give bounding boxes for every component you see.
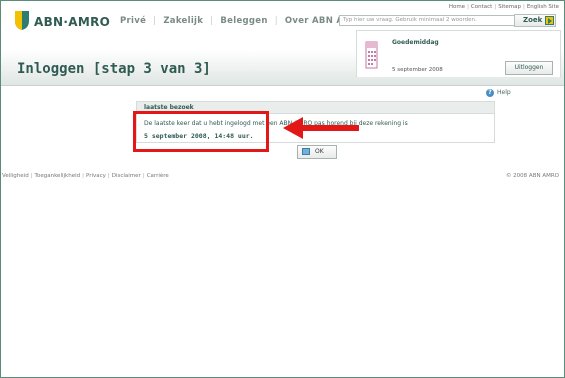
shield-logo-icon — [15, 11, 29, 30]
footer-link-privacy[interactable]: Privacy — [86, 173, 106, 179]
footer-link-carriere[interactable]: Carrière — [147, 173, 169, 179]
checkmark-icon — [302, 148, 310, 155]
calendar-icon — [365, 41, 378, 69]
help-link[interactable]: ? Help — [486, 89, 511, 97]
nav-beleggen[interactable]: Beleggen — [220, 16, 267, 26]
red-arrow-icon — [283, 117, 359, 139]
search-button-label: Zoek — [523, 16, 543, 24]
current-date: 5 september 2008 — [392, 67, 443, 73]
copyright: © 2008 ABN AMRO — [505, 173, 559, 179]
brand-name: ABN·AMRO — [34, 15, 111, 29]
link-english-site[interactable]: English Site — [527, 4, 559, 10]
logout-button[interactable]: Uitloggen — [505, 61, 553, 75]
search-button[interactable]: Zoek — [514, 14, 556, 27]
search-input[interactable]: Typ hier uw vraag. Gebruik minimaal 2 wo… — [339, 15, 517, 26]
footer-link-disclaimer[interactable]: Disclaimer — [112, 173, 141, 179]
greeting: Goedemiddag — [392, 39, 439, 46]
link-home[interactable]: Home — [449, 4, 465, 10]
footer-links: Veiligheid | Toegankelijkheid | Privacy | Disc… — [2, 173, 169, 179]
ok-button[interactable]: OK — [297, 145, 337, 159]
nav-prive[interactable]: Privé — [120, 16, 146, 26]
link-contact[interactable]: Contact — [471, 4, 492, 10]
utility-links: Home | Contact | Sitemap | English Site — [448, 4, 559, 10]
footer-link-veiligheid[interactable]: Veiligheid — [2, 173, 29, 179]
welcome-panel: Goedemiddag 5 september 2008 Uitloggen — [356, 30, 561, 77]
main-nav: Privé | Zakelijk | Beleggen | Over ABN AMRO — [120, 16, 367, 26]
page-title: Inloggen [stap 3 van 3] — [17, 61, 211, 77]
link-sitemap[interactable]: Sitemap — [498, 4, 521, 10]
nav-zakelijk[interactable]: Zakelijk — [163, 16, 203, 26]
ok-button-label: OK — [315, 148, 324, 155]
arrow-right-icon — [545, 16, 554, 25]
help-label: Help — [497, 89, 511, 96]
highlight-box — [133, 111, 269, 152]
footer-link-toegankelijkheid[interactable]: Toegankelijkheid — [35, 173, 81, 179]
help-icon: ? — [486, 89, 494, 97]
